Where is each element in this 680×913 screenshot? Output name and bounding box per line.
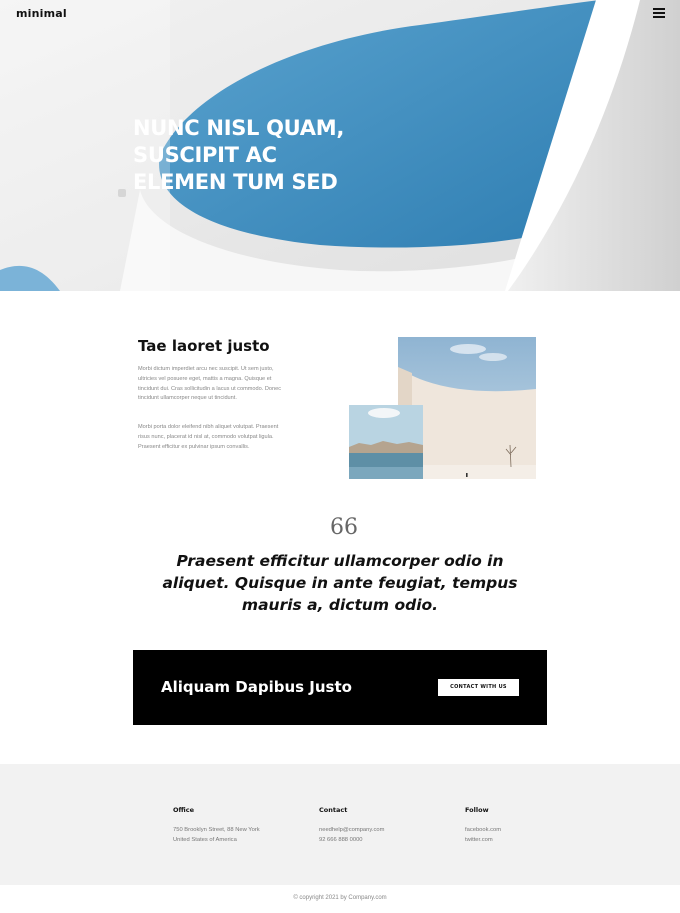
office-address: 750 Brooklyn Street, 88 New York (173, 827, 260, 833)
contact-button[interactable]: CONTACT WITH US (438, 679, 519, 696)
quote-icon: 66 (330, 515, 358, 540)
twitter-link[interactable]: twitter.com (465, 835, 501, 845)
seascape-photo (349, 405, 423, 479)
quote-text: Praesent efficitur ullamcorper odio in a… (162, 552, 518, 614)
menu-bar (653, 16, 665, 18)
copyright-text: © copyright 2021 by Company.com (293, 895, 387, 901)
contact-email-link[interactable]: needhelp@company.com (319, 825, 384, 835)
slider-dot[interactable] (118, 189, 126, 197)
contact-phone[interactable]: 92 666 888 0000 (319, 835, 384, 845)
hamburger-menu-icon[interactable] (653, 8, 665, 18)
footer-office: Office 750 Brooklyn Street, 88 New York … (173, 806, 260, 845)
hero-title-line: NUNC NISL QUAM, (133, 116, 345, 140)
about-paragraph: Morbi porta dolor eleifend nibh aliquet … (138, 424, 279, 450)
hero-banner: minimal NUNC NISL QUAM, SUSCIPIT AC ELEM… (0, 0, 680, 291)
footer-heading: Office (173, 806, 195, 814)
footer-follow: Follow facebook.com twitter.com (465, 806, 501, 845)
footer-heading: Follow (465, 806, 489, 814)
footer-heading: Contact (319, 806, 348, 814)
cta-banner: Aliquam Dapibus Justo CONTACT WITH US (133, 650, 547, 725)
menu-bar (653, 12, 665, 14)
facebook-link[interactable]: facebook.com (465, 825, 501, 835)
about-paragraph: Morbi dictum imperdiet arcu nec suscipit… (138, 366, 282, 402)
footer: Office 750 Brooklyn Street, 88 New York … (0, 764, 680, 885)
office-country: United States of America (173, 837, 237, 843)
site-logo[interactable]: minimal (16, 7, 67, 20)
about-title: Tae laoret justo (138, 337, 270, 355)
footer-contact: Contact needhelp@company.com 92 666 888 … (319, 806, 384, 845)
hero-title-line: SUSCIPIT AC (133, 143, 277, 167)
hero-title-line: ELEMEN TUM SED (133, 170, 338, 194)
menu-bar (653, 8, 665, 10)
cta-title: Aliquam Dapibus Justo (161, 678, 352, 696)
hero-title: NUNC NISL QUAM, SUSCIPIT AC ELEMEN TUM S… (133, 115, 393, 196)
